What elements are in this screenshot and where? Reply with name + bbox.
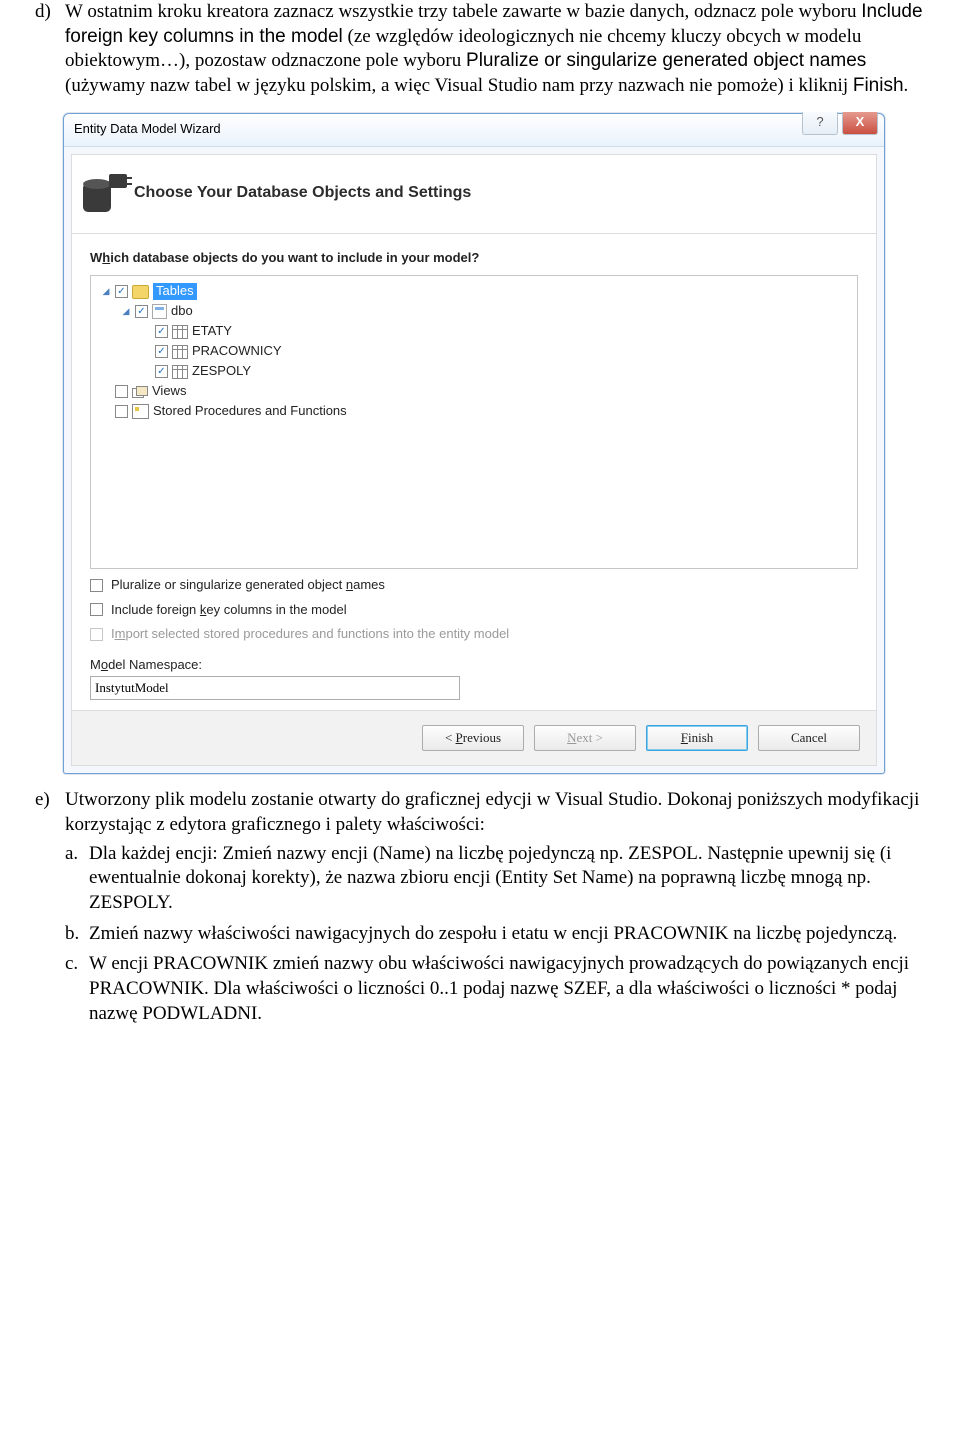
tree-node-tables[interactable]: ◢Tables: [95, 282, 853, 302]
namespace-label: Model Namespace:: [90, 657, 858, 674]
option-foreign-keys[interactable]: Include foreign key columns in the model: [90, 602, 858, 619]
close-button[interactable]: X: [842, 112, 878, 135]
sub-label-c: c.: [65, 952, 89, 1026]
table-icon: [172, 345, 188, 359]
namespace-input[interactable]: [90, 676, 460, 700]
option-pluralize[interactable]: Pluralize or singularize generated objec…: [90, 577, 858, 594]
paragraph-e: Utworzony plik modelu zostanie otwarty d…: [65, 788, 925, 1032]
folder-icon: [132, 285, 149, 299]
tree-node-dbo[interactable]: ◢dbo: [95, 302, 853, 322]
sub-text-a: Dla każdej encji: Zmień nazwy encji (Nam…: [89, 842, 925, 916]
sub-text-c: W encji PRACOWNIK zmień nazwy obu właści…: [89, 952, 925, 1026]
title-bar: Entity Data Model Wizard ? X: [64, 114, 884, 147]
checkbox-icon[interactable]: [115, 285, 128, 298]
objects-tree[interactable]: ◢Tables ◢dbo ◢ETATY ◢PRACOWNICY ◢ZESPOLY: [90, 275, 858, 569]
tree-node-zespoly[interactable]: ◢ZESPOLY: [95, 362, 853, 382]
views-icon: [132, 386, 148, 398]
table-icon: [172, 325, 188, 339]
checkbox-icon[interactable]: [135, 305, 148, 318]
paragraph-d: W ostatnim kroku kreatora zaznacz wszyst…: [65, 0, 925, 99]
sub-text-b: Zmień nazwy właściwości nawigacyjnych do…: [89, 922, 897, 947]
sub-label-a: a.: [65, 842, 89, 916]
checkbox-icon[interactable]: [90, 603, 103, 616]
question-label: Which database objects do you want to in…: [90, 250, 858, 267]
window-title: Entity Data Model Wizard: [64, 121, 221, 138]
checkbox-icon[interactable]: [155, 345, 168, 358]
option-import-sp: Import selected stored procedures and fu…: [90, 626, 858, 643]
sub-label-b: b.: [65, 922, 89, 947]
stored-proc-icon: [132, 404, 149, 419]
checkbox-icon[interactable]: [115, 405, 128, 418]
wizard-step-title: Choose Your Database Objects and Setting…: [134, 183, 471, 204]
list-label-d: d): [35, 0, 65, 99]
checkbox-icon: [90, 628, 103, 641]
list-label-e: e): [35, 788, 65, 1032]
help-button[interactable]: ?: [802, 112, 838, 135]
tree-node-views[interactable]: ◢Views: [95, 382, 853, 402]
button-bar: < Previous Next > Finish Cancel: [72, 710, 876, 765]
checkbox-icon[interactable]: [115, 385, 128, 398]
checkbox-icon[interactable]: [155, 325, 168, 338]
checkbox-icon[interactable]: [155, 365, 168, 378]
schema-icon: [152, 304, 167, 319]
tree-node-etaty[interactable]: ◢ETATY: [95, 322, 853, 342]
tree-node-sp[interactable]: ◢Stored Procedures and Functions: [95, 402, 853, 422]
finish-button[interactable]: Finish: [646, 725, 748, 751]
previous-button[interactable]: < Previous: [422, 725, 524, 751]
cancel-button[interactable]: Cancel: [758, 725, 860, 751]
checkbox-icon[interactable]: [90, 579, 103, 592]
wizard-window: Entity Data Model Wizard ? X Choose Your…: [63, 113, 885, 774]
wizard-header: Choose Your Database Objects and Setting…: [72, 155, 876, 234]
tree-node-pracownicy[interactable]: ◢PRACOWNICY: [95, 342, 853, 362]
database-plug-icon: [83, 172, 123, 216]
table-icon: [172, 365, 188, 379]
next-button: Next >: [534, 725, 636, 751]
